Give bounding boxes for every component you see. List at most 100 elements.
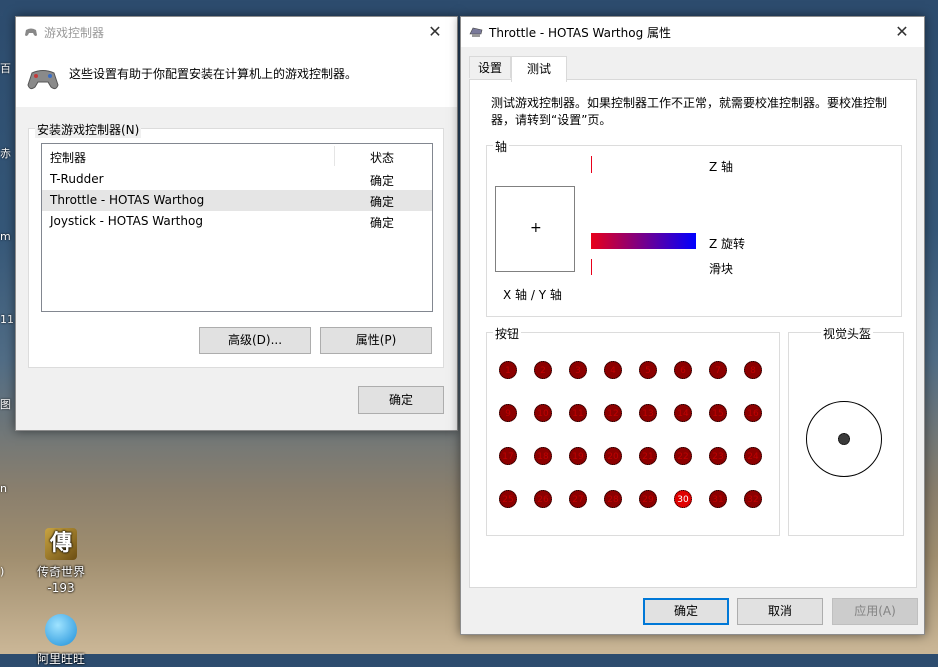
desktop-edge-label: 赤	[0, 147, 11, 160]
group-label: 安装游戏控制器(N)	[35, 121, 142, 138]
controller-name: T-Rudder	[50, 172, 104, 186]
xy-axis-box: +	[495, 186, 575, 272]
advanced-button[interactable]: 高级(D)...	[199, 327, 311, 354]
tab-settings[interactable]: 设置	[469, 56, 511, 78]
gamepad-icon	[25, 28, 37, 36]
desktop-edge-label: m	[0, 230, 11, 243]
z-axis-label: Z 轴	[709, 160, 734, 174]
pov-group: 视觉头盔	[788, 325, 904, 536]
z-rotation-label: Z 旋转	[709, 237, 746, 251]
title-bar[interactable]: Throttle - HOTAS Warthog 属性 ✕	[461, 17, 924, 47]
desktop-edge-label: )	[0, 565, 5, 578]
z-rotation-bar	[591, 233, 696, 249]
column-divider[interactable]	[334, 146, 335, 166]
desktop-edge-label: 百	[0, 62, 11, 75]
controller-button-indicator: 28	[604, 490, 622, 508]
controller-button-indicator: 31	[709, 490, 727, 508]
column-header-controller[interactable]: 控制器	[50, 149, 86, 166]
desktop-edge-label: n	[0, 482, 7, 495]
list-header: 控制器 状态	[42, 144, 432, 168]
chuanqi-icon: 傳	[45, 528, 77, 560]
ok-button[interactable]: 确定	[643, 598, 729, 625]
controller-properties-window: Throttle - HOTAS Warthog 属性 ✕ 设置 测试 测试游戏…	[460, 16, 925, 635]
test-panel: 测试游戏控制器。如果控制器工作不正常，就需要校准控制器。要校准控制器，请转到“设…	[469, 79, 917, 588]
controller-button-indicator: 18	[534, 447, 552, 465]
controller-button-indicator: 24	[744, 447, 762, 465]
game-controllers-window: 游戏控制器 ✕ 这些设置有助于你配置安装在计算机上的游戏控制器。 安装游戏控制器…	[15, 16, 458, 431]
controller-button-indicator: 26	[534, 490, 552, 508]
controller-button-indicator: 6	[674, 361, 692, 379]
controller-name: Joystick - HOTAS Warthog	[50, 214, 203, 228]
controller-button-indicator: 9	[499, 404, 517, 422]
z-rotation-fill	[591, 233, 696, 249]
controller-button-indicator: 20	[604, 447, 622, 465]
pov-label: 视觉头盔	[821, 325, 874, 342]
controller-button-indicator: 1	[499, 361, 517, 379]
controller-button-indicator: 15	[709, 404, 727, 422]
controller-status: 确定	[370, 174, 395, 188]
buttons-label: 按钮	[493, 325, 522, 342]
properties-button[interactable]: 属性(P)	[320, 327, 432, 354]
controller-button-indicator: 21	[639, 447, 657, 465]
window-title: 游戏控制器	[44, 26, 105, 40]
desktop-icon-label: 阿里旺旺	[36, 652, 85, 666]
controller-button-indicator: 3	[569, 361, 587, 379]
close-icon[interactable]: ✕	[880, 17, 924, 47]
ok-button[interactable]: 确定	[358, 386, 444, 414]
close-icon[interactable]: ✕	[413, 17, 457, 47]
slider-indicator	[591, 259, 592, 275]
controller-name: Throttle - HOTAS Warthog	[50, 193, 205, 207]
controller-button-indicator: 11	[569, 404, 587, 422]
desktop-edge-label: 11	[0, 313, 14, 326]
title-bar[interactable]: 游戏控制器 ✕	[16, 17, 457, 47]
column-header-status[interactable]: 状态	[370, 149, 394, 166]
controller-button-indicator: 2	[534, 361, 552, 379]
apply-button[interactable]: 应用(A)	[832, 598, 918, 625]
controller-button-indicator: 23	[709, 447, 727, 465]
desktop-icon-label: 传奇世界 -193	[36, 565, 85, 595]
buttons-group: 按钮 1 2 3 4 5 6 7 8 9 10 11 12 13 14 15 16 17 18 19 20 21 22 23…	[486, 325, 780, 536]
window-title: Throttle - HOTAS Warthog 属性	[489, 26, 672, 40]
controller-button-indicator: 16	[744, 404, 762, 422]
controller-status: 确定	[370, 216, 395, 230]
crosshair-icon: +	[530, 220, 542, 236]
controller-button-indicator: 7	[709, 361, 727, 379]
list-item[interactable]: T-Rudder 确定	[42, 169, 432, 190]
controller-button-indicator: 22	[674, 447, 692, 465]
controller-button-indicator: 19	[569, 447, 587, 465]
desktop-icon-aliwangwang[interactable]: 阿里旺旺	[33, 614, 89, 667]
controller-button-indicator: 17	[499, 447, 517, 465]
description-text: 这些设置有助于你配置安装在计算机上的游戏控制器。	[69, 67, 358, 81]
controller-button-indicator: 27	[569, 490, 587, 508]
controller-button-indicator: 25	[499, 490, 517, 508]
axes-group: 轴 + X 轴 / Y 轴 Z 轴 Z 旋转 滑块	[486, 138, 902, 317]
list-item[interactable]: Joystick - HOTAS Warthog 确定	[42, 211, 432, 232]
axes-label: 轴	[493, 138, 510, 155]
aliwangwang-icon	[45, 614, 77, 646]
controller-status: 确定	[370, 195, 395, 209]
controller-button-indicator: 13	[639, 404, 657, 422]
controller-button-indicator: 32	[744, 490, 762, 508]
throttle-icon	[469, 27, 483, 37]
gamepad-icon	[27, 70, 59, 90]
pov-circle	[806, 401, 882, 477]
slider-label: 滑块	[709, 262, 734, 276]
tab-test[interactable]: 测试	[511, 56, 567, 82]
controller-button-indicator: 14	[674, 404, 692, 422]
controller-button-indicator: 4	[604, 361, 622, 379]
desktop-icon-chuanqi[interactable]: 傳 传奇世界 -193	[33, 528, 89, 596]
pov-center-dot	[838, 433, 850, 445]
cancel-button[interactable]: 取消	[737, 598, 823, 625]
controller-list[interactable]: 控制器 状态 T-Rudder 确定 Throttle - HOTAS Wart…	[41, 143, 433, 312]
desktop-edge-label: 图	[0, 398, 11, 411]
controller-button-indicator: 12	[604, 404, 622, 422]
controller-button-indicator: 10	[534, 404, 552, 422]
list-item[interactable]: Throttle - HOTAS Warthog 确定	[42, 190, 432, 211]
controller-button-indicator: 5	[639, 361, 657, 379]
test-description: 测试游戏控制器。如果控制器工作不正常，就需要校准控制器。要校准控制器，请转到“设…	[491, 96, 888, 127]
controller-button-indicator: 8	[744, 361, 762, 379]
controller-button-indicator: 30	[674, 490, 692, 508]
xy-axis-label: X 轴 / Y 轴	[503, 288, 562, 302]
header-area: 这些设置有助于你配置安装在计算机上的游戏控制器。	[16, 47, 457, 107]
z-axis-indicator	[591, 156, 592, 173]
